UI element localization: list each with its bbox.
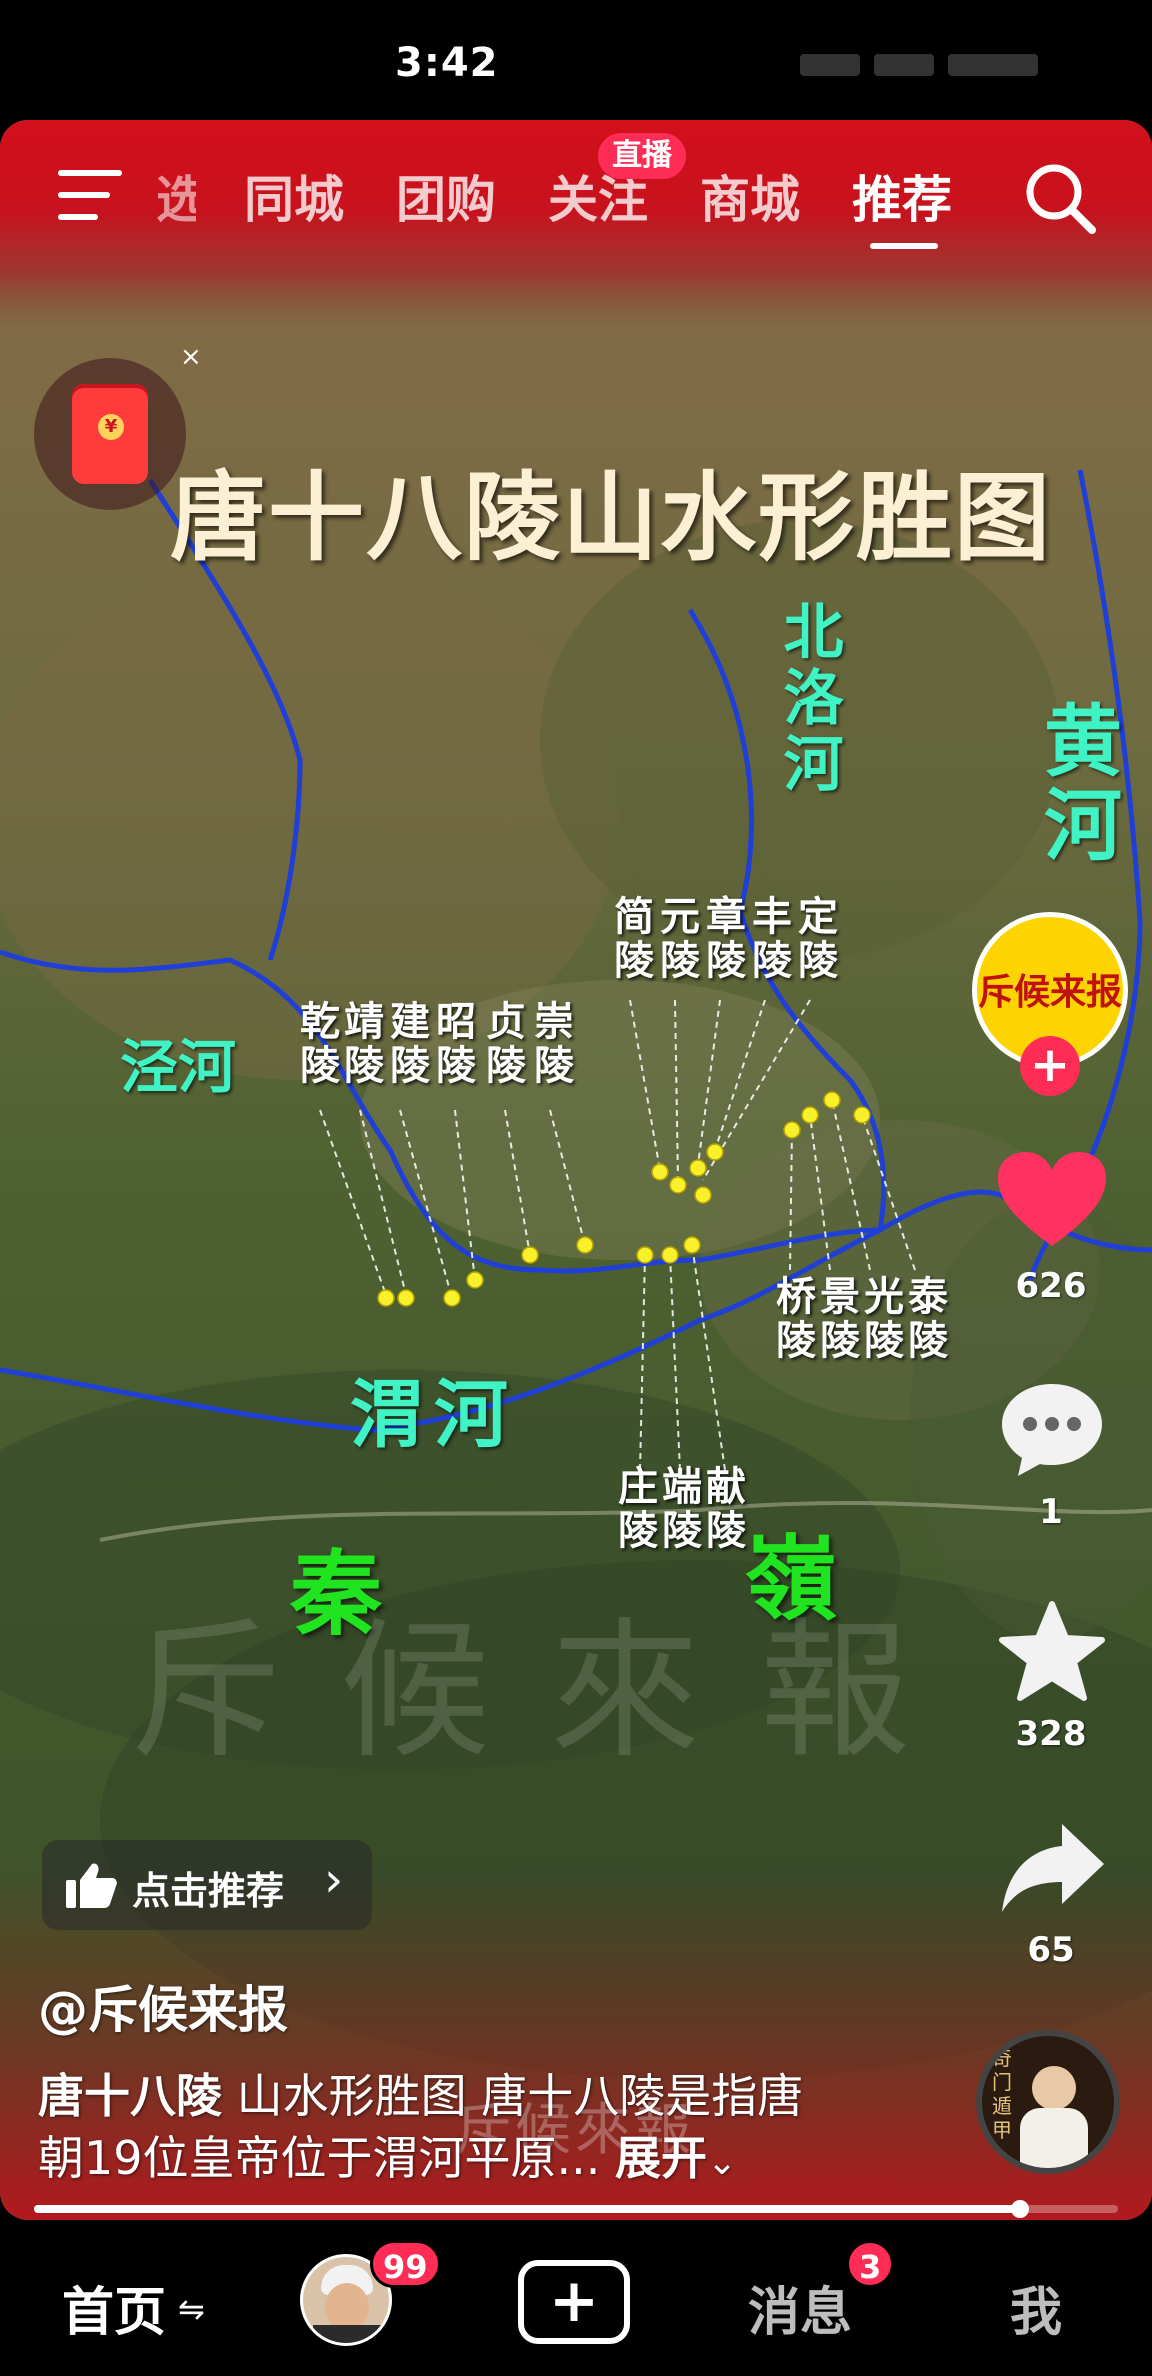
status-icons [800, 48, 1100, 82]
friends-badge: 99 [370, 2240, 441, 2288]
red-packet-coin: ¥ [98, 414, 124, 440]
tomb-label-zhenling: 贞陵 [479, 1000, 526, 1088]
red-packet-icon: ¥ [72, 384, 148, 484]
river-label-huanghe: 黄河 [1031, 700, 1122, 868]
tomb-label-qiaoling: 桥陵 [769, 1275, 816, 1363]
tomb-label-zhaoling: 昭陵 [429, 1000, 476, 1088]
river-label-jinghe: 泾河 [120, 1033, 237, 1101]
active-tab-indicator [870, 243, 938, 249]
favorite-count: 328 [1015, 1714, 1087, 1754]
battery-icon [948, 54, 1038, 76]
recommend-button[interactable]: 点击推荐 › [42, 1840, 372, 1930]
plus-icon: + [548, 2266, 600, 2336]
signal-icon [800, 54, 860, 76]
tomb-label-tailing: 泰陵 [901, 1275, 948, 1363]
favorite-star-icon[interactable] [998, 1600, 1106, 1704]
red-packet-button[interactable]: ¥ [34, 358, 186, 510]
expand-link[interactable]: 展开 [615, 2131, 707, 2185]
tomb-label-dingling: 定陵 [791, 895, 838, 983]
tab-tongcheng[interactable]: 同城 [244, 160, 344, 232]
messages-badge: 3 [846, 2240, 895, 2288]
tab-tuangou[interactable]: 团购 [396, 160, 496, 232]
comment-icon[interactable] [998, 1380, 1106, 1480]
bottom-tab-bar: 首页 ⇋ 99 + 消息 3 我 [0, 2220, 1152, 2376]
tomb-label-chongling: 崇陵 [527, 1000, 574, 1088]
music-disc[interactable]: 奇门遁甲 [976, 2030, 1120, 2174]
avatar-suit [313, 2325, 381, 2343]
top-nav: 选 同城 团购 关注 直播 商城 推荐 [0, 120, 1152, 270]
tab-home[interactable]: 首页 [62, 2270, 166, 2345]
create-button[interactable]: + [518, 2260, 630, 2344]
chevron-right-icon: › [324, 1852, 344, 1908]
comment-count: 1 [1039, 1492, 1063, 1532]
tomb-label-guangling: 光陵 [857, 1275, 904, 1363]
menu-icon[interactable] [58, 168, 126, 224]
like-heart-icon[interactable] [996, 1150, 1108, 1250]
recommend-label: 点击推荐 [132, 1869, 285, 1913]
video-watermark: 斥候來報 [130, 1605, 971, 1779]
tab-tuijian[interactable]: 推荐 [852, 160, 952, 232]
author-name[interactable]: @斥候来报 [38, 1970, 288, 2042]
description-line-2: 朝19位皇帝位于渭河平原... 展开⌄ [38, 2122, 737, 2188]
wifi-icon [874, 54, 934, 76]
follow-button[interactable]: + [1020, 1036, 1080, 1096]
tab-shangcheng[interactable]: 商城 [700, 160, 800, 232]
tomb-label-xianling: 献陵 [699, 1465, 746, 1553]
live-badge: 直播 [598, 133, 686, 179]
river-label-beiluo: 北洛河 [773, 600, 843, 798]
tomb-label-yuanling: 元陵 [653, 895, 700, 983]
tomb-label-fengling: 丰陵 [745, 895, 792, 983]
river-label-weihe: 渭河 [350, 1372, 518, 1458]
video-progress-fill [34, 2205, 1021, 2213]
author-avatar-text: 斥候来报 [977, 971, 1122, 1013]
chevron-down-icon: ⌄ [707, 2142, 738, 2183]
tomb-label-jianling-2: 简陵 [607, 895, 654, 983]
thumbs-up-icon [66, 1863, 117, 1908]
red-packet-close-icon[interactable]: × [180, 342, 202, 372]
tomb-label-zhangling: 章陵 [699, 895, 746, 983]
tomb-label-duanling: 端陵 [655, 1465, 702, 1553]
video-progress-bar[interactable] [34, 2200, 1118, 2218]
status-time: 3:42 [395, 40, 499, 86]
tab-partial[interactable]: 选 [156, 160, 196, 232]
share-count: 65 [1027, 1930, 1075, 1970]
music-disc-figure [1020, 2108, 1088, 2168]
music-disc-face [1032, 2066, 1076, 2110]
description-text-2: 朝19位皇帝位于渭河平原... [38, 2131, 616, 2185]
home-switch-icon[interactable]: ⇋ [178, 2290, 205, 2328]
share-icon[interactable] [998, 1820, 1108, 1916]
tomb-label-jianling: 建陵 [383, 1000, 430, 1088]
avatar-face [325, 2283, 369, 2331]
tab-messages[interactable]: 消息 [748, 2270, 852, 2345]
tomb-label-qianling: 乾陵 [293, 1000, 340, 1088]
like-count: 626 [1015, 1266, 1087, 1306]
description-hashtag[interactable]: 唐十八陵 [38, 2069, 222, 2123]
search-icon[interactable] [1022, 160, 1098, 236]
tab-me[interactable]: 我 [1010, 2270, 1062, 2345]
map-title: 唐十八陵山水形胜图 [170, 461, 1052, 574]
tomb-label-zhuangling: 庄陵 [611, 1465, 658, 1553]
music-disc-text: 奇门遁甲 [992, 2046, 1012, 2142]
tomb-label-jingling: 靖陵 [337, 1000, 384, 1088]
tomb-label-jingling-2: 景陵 [813, 1275, 860, 1363]
